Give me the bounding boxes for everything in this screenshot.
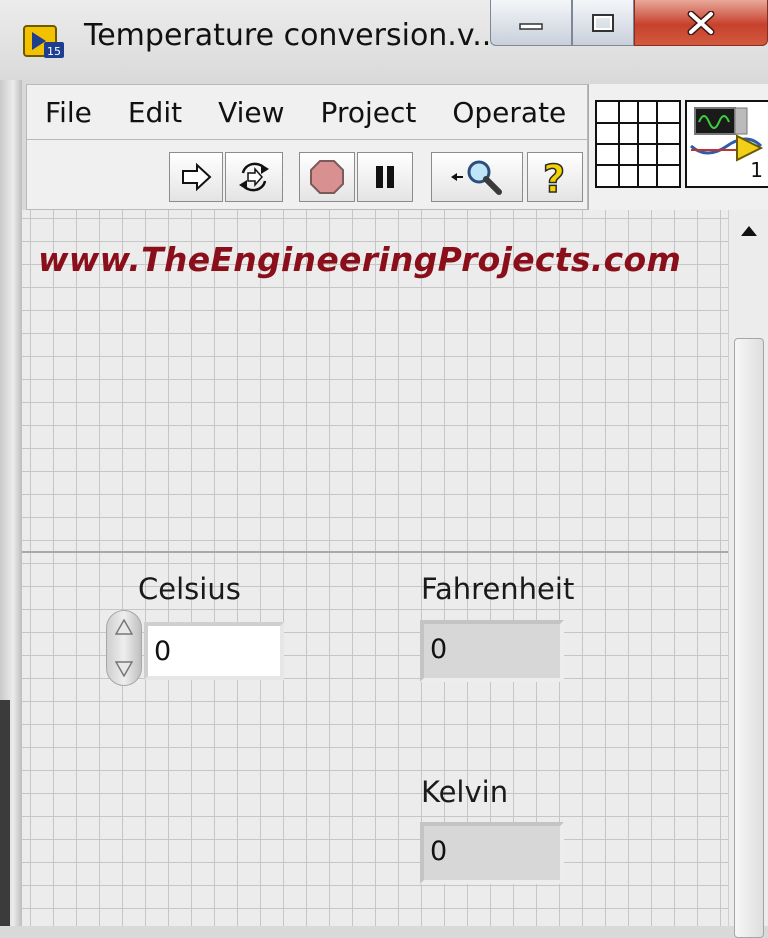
kelvin-label: Kelvin	[421, 775, 509, 809]
menu-file[interactable]: File	[27, 96, 110, 129]
kelvin-numeric-indicator: 0	[420, 822, 564, 884]
close-button[interactable]	[634, 0, 768, 46]
window-title-bar[interactable]: 15 Temperature conversion.v...	[0, 0, 768, 80]
maximize-button[interactable]	[572, 0, 634, 46]
fahrenheit-label: Fahrenheit	[421, 572, 575, 606]
minimize-icon	[519, 22, 543, 30]
highlight-execution-button[interactable]	[431, 152, 523, 202]
menu-bar: File Edit View Project Operate	[26, 84, 588, 140]
celsius-value[interactable]: 0	[154, 636, 171, 667]
abort-icon	[310, 160, 344, 194]
connector-pane[interactable]	[595, 100, 681, 188]
labview-vi-icon[interactable]: 15	[22, 22, 66, 60]
kelvin-value: 0	[430, 836, 448, 867]
fahrenheit-numeric-indicator: 0	[420, 620, 564, 682]
celsius-label: Celsius	[138, 572, 241, 606]
run-continuously-icon	[239, 162, 269, 192]
highlight-execution-icon	[451, 160, 502, 195]
vi-icon[interactable]: 1	[685, 100, 768, 188]
menu-view[interactable]: View	[200, 96, 302, 129]
fahrenheit-value: 0	[430, 634, 448, 665]
close-icon	[687, 10, 715, 35]
watermark-text: www.TheEngineeringProjects.com	[38, 240, 682, 279]
maximize-icon	[592, 13, 614, 32]
menu-operate[interactable]: Operate	[434, 96, 584, 129]
context-help-button[interactable]: ?	[527, 152, 583, 202]
window-title: Temperature conversion.v...	[84, 18, 501, 53]
pause-button[interactable]	[357, 152, 413, 202]
celsius-increment-decrement[interactable]	[106, 610, 142, 686]
context-help-icon: ?	[542, 158, 566, 196]
window-left-border	[0, 80, 22, 926]
svg-text:15: 15	[47, 45, 61, 58]
scrollbar-thumb[interactable]	[734, 338, 764, 938]
increment-arrow-icon[interactable]	[115, 619, 133, 635]
run-button[interactable]	[169, 152, 223, 202]
svg-text:?: ?	[543, 158, 565, 196]
menu-project[interactable]: Project	[303, 96, 435, 129]
decrement-arrow-icon[interactable]	[115, 661, 133, 677]
scroll-up-arrow-icon[interactable]	[737, 220, 761, 244]
vi-icon-number: 1	[750, 158, 763, 182]
celsius-numeric-control[interactable]: 0	[144, 622, 284, 680]
pause-icon	[376, 166, 394, 188]
run-arrow-icon	[182, 162, 212, 192]
front-panel[interactable]: www.TheEngineeringProjects.com Celsius 0…	[22, 210, 728, 926]
toolbar: ?	[26, 140, 588, 210]
vertical-scrollbar[interactable]	[728, 210, 768, 938]
minimize-button[interactable]	[490, 0, 572, 46]
panel-divider	[22, 551, 728, 553]
menu-edit[interactable]: Edit	[110, 96, 200, 129]
vi-icon-area: 1	[588, 84, 768, 210]
abort-button[interactable]	[299, 152, 355, 202]
run-continuously-button[interactable]	[225, 152, 283, 202]
